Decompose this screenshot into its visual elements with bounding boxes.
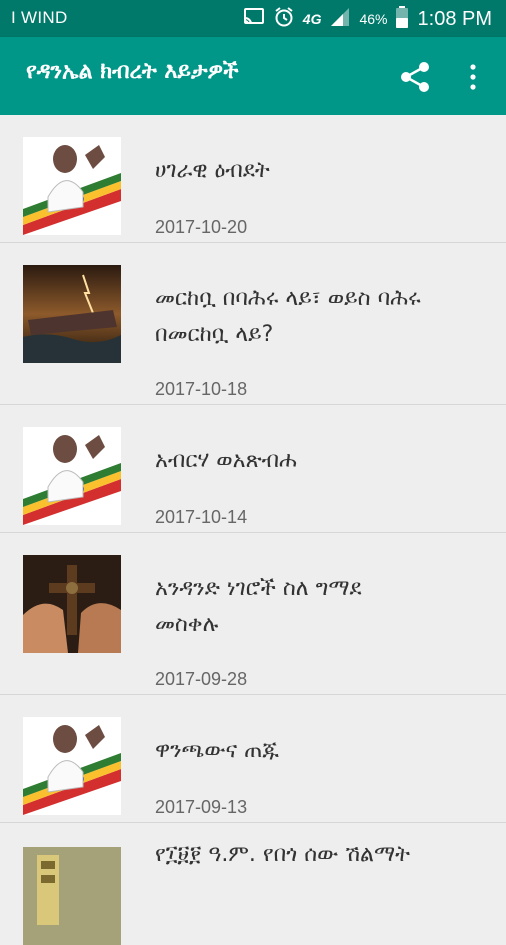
article-list: ሀገራዊ ዕብደት 2017-10-20 መርከቧ በባሕሩ ላይ፣ ወይስ ባ… — [0, 115, 506, 945]
thumbnail-award-poster — [23, 847, 121, 945]
thumbnail-man-with-flag — [23, 427, 121, 525]
status-icons: 4G 46% 1:08 PM — [235, 4, 492, 34]
thumbnail-hands-with-cross — [23, 555, 121, 653]
article-date: 2017-09-28 — [155, 669, 248, 689]
list-item[interactable]: ሀገራዊ ዕብደት 2017-10-20 — [0, 115, 506, 243]
list-item[interactable]: አብርሃ ወአጽብሐ 2017-10-14 — [0, 405, 506, 533]
article-title: የ፲፱፻ ዓ.ም. የበጎ ሰው ሽልማት — [155, 842, 411, 867]
article-title: ዋንጫውና ጠጁ — [155, 738, 279, 763]
thumbnail-man-with-flag — [23, 137, 121, 235]
article-date: 2017-10-20 — [155, 217, 248, 237]
thumbnail-ark-in-storm — [23, 265, 121, 363]
article-title: ሀገራዊ ዕብደት — [155, 158, 270, 183]
carrier-name: I WIND — [11, 8, 68, 27]
article-title: መርከቧ በባሕሩ ላይ፣ ወይስ ባሕሩ በመርከቧ ላይ? — [155, 286, 421, 347]
list-item[interactable]: መርከቧ በባሕሩ ላይ፣ ወይስ ባሕሩ በመርከቧ ላይ? 2017-10-… — [0, 243, 506, 405]
share-icon[interactable] — [397, 59, 433, 95]
alarm-icon — [273, 6, 295, 33]
list-item[interactable]: የ፲፱፻ ዓ.ም. የበጎ ሰው ሽልማት — [0, 823, 506, 945]
app-title: የዳንኤል ክብረት እይታዎች — [26, 59, 239, 84]
app-bar: የዳንኤል ክብረት እይታዎች — [0, 37, 506, 115]
article-title: አንዳንድ ነገሮች ስለ ግማደ መስቀሉ — [155, 576, 362, 637]
status-bar: I WIND 4G 46% 1:08 PM — [0, 0, 506, 37]
article-date: 2017-10-18 — [155, 379, 248, 399]
list-item[interactable]: አንዳንድ ነገሮች ስለ ግማደ መስቀሉ 2017-09-28 — [0, 533, 506, 695]
more-vert-icon[interactable] — [462, 61, 484, 93]
article-title: አብርሃ ወአጽብሐ — [155, 448, 297, 473]
signal-icon — [329, 7, 351, 32]
article-date: 2017-10-14 — [155, 507, 248, 527]
clock: 1:08 PM — [417, 7, 492, 30]
battery-percent: 46% — [359, 11, 388, 27]
battery-icon — [395, 5, 408, 33]
article-date: 2017-09-13 — [155, 797, 248, 817]
thumbnail-man-with-flag — [23, 717, 121, 815]
network-type: 4G — [302, 11, 322, 27]
list-item[interactable]: ዋንጫውና ጠጁ 2017-09-13 — [0, 695, 506, 823]
cast-icon — [243, 7, 265, 31]
